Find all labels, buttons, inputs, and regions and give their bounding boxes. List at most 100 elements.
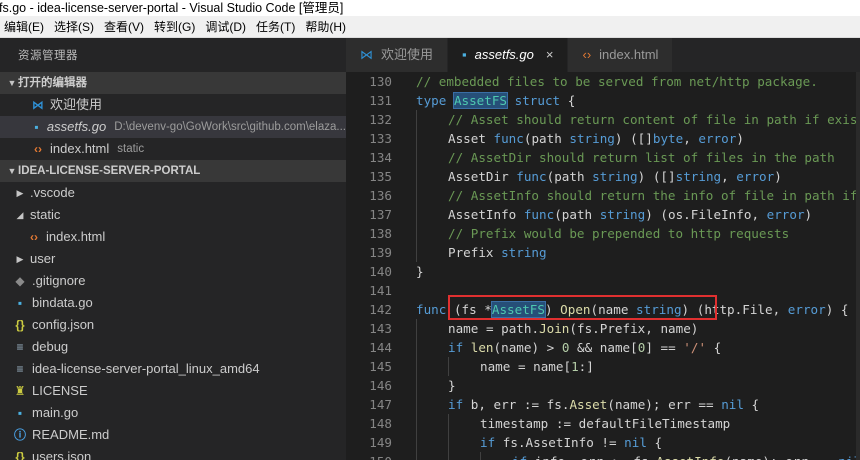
open-editor-path: D:\devenv-go\GoWork\src\github.com\elaza… <box>114 121 346 133</box>
vertical-scrollbar[interactable] <box>856 72 860 460</box>
json-file-icon: {} <box>15 450 25 460</box>
line-number: 147 <box>369 397 392 412</box>
menu-selection[interactable]: 选择(S) <box>50 16 98 37</box>
open-editor-label: index.html <box>50 141 110 156</box>
open-editor-folder: static <box>117 143 145 155</box>
line-number: 132 <box>369 112 392 127</box>
indent-guide <box>416 319 417 338</box>
window-title: fs.go - idea-license-server-portal - Vis… <box>0 1 344 15</box>
code-line[interactable]: if fs.AssetInfo != nil { <box>416 433 860 452</box>
tree-item-index-html[interactable]: ‹› index.html <box>0 226 346 248</box>
code-line[interactable]: if len(name) > 0 && name[0] == '/' { <box>416 338 860 357</box>
line-number: 141 <box>369 283 392 298</box>
code-line[interactable]: if b, err := fs.Asset(name); err == nil … <box>416 395 860 414</box>
menu-edit[interactable]: 编辑(E) <box>0 16 48 37</box>
window-title-bar: fs.go - idea-license-server-portal - Vis… <box>0 0 860 16</box>
chevron-down-icon: ▼ <box>7 78 17 88</box>
code-line[interactable]: } <box>416 376 860 395</box>
tree-item-license[interactable]: ♜ LICENSE <box>0 380 346 402</box>
open-editor-index-html[interactable]: ‹› index.html static <box>0 138 346 160</box>
code-line[interactable]: // AssetDir should return list of files … <box>416 148 860 167</box>
close-icon[interactable]: × <box>546 38 554 72</box>
code-line[interactable]: } <box>416 262 860 281</box>
line-number: 145 <box>369 359 392 374</box>
menu-view[interactable]: 查看(V) <box>100 16 148 37</box>
menu-debug[interactable]: 调试(D) <box>201 16 250 37</box>
indent-guide <box>416 338 417 357</box>
tree-item-bindata-go[interactable]: ▪ bindata.go <box>0 292 346 314</box>
vscode-icon: ⋈ <box>360 47 373 62</box>
code-line[interactable]: func (fs *AssetFS) Open(name string) (ht… <box>416 300 860 319</box>
line-number: 140 <box>369 264 392 279</box>
menu-go[interactable]: 转到(G) <box>150 16 199 37</box>
tree-item-label: main.go <box>32 405 79 420</box>
open-editors-header[interactable]: ▼ 打开的编辑器 <box>0 72 346 94</box>
tree-item-static[interactable]: ◢ static <box>0 204 346 226</box>
open-editor-assetfs[interactable]: ▪ assetfs.go D:\devenv-go\GoWork\src\git… <box>0 116 346 138</box>
tree-item-users-json[interactable]: {} users.json <box>0 446 346 460</box>
open-editors-label: 打开的编辑器 <box>18 77 87 89</box>
code-line[interactable]: type AssetFS struct { <box>416 91 860 110</box>
tab-welcome[interactable]: ⋈ 欢迎使用 <box>346 38 449 72</box>
tree-item-gitignore[interactable]: ◆ .gitignore <box>0 270 346 292</box>
code-line[interactable]: AssetDir func(path string) ([]string, er… <box>416 167 860 186</box>
line-number: 148 <box>369 416 392 431</box>
tree-item-user[interactable]: ▶ user <box>0 248 346 270</box>
tab-label: index.html <box>599 47 659 62</box>
indent-guide <box>416 414 417 433</box>
line-number: 139 <box>369 245 392 260</box>
code-line[interactable]: // Asset should return content of file i… <box>416 110 860 129</box>
tree-item-label: user <box>30 251 56 266</box>
code-line[interactable]: AssetInfo func(path string) (os.FileInfo… <box>416 205 860 224</box>
menu-bar: 编辑(E) 选择(S) 查看(V) 转到(G) 调试(D) 任务(T) 帮助(H… <box>0 16 860 38</box>
tab-index-html[interactable]: ‹› index.html <box>568 38 674 72</box>
indent-guide <box>416 186 417 205</box>
tree-item-readme[interactable]: ⓘ README.md <box>0 424 346 446</box>
tab-assetfs-go[interactable]: ▪ assetfs.go × <box>448 38 569 72</box>
tree-item-label: .vscode <box>30 185 75 200</box>
line-number: 150 <box>346 452 394 460</box>
tree-item-label: LICENSE <box>32 383 88 398</box>
tree-item-linux-binary[interactable]: ≡ idea-license-server-portal_linux_amd64 <box>0 358 346 380</box>
chevron-down-icon: ▼ <box>7 166 17 176</box>
chevron-down-icon: ◢ <box>16 210 24 220</box>
go-file-icon: ▪ <box>17 406 23 420</box>
menu-tasks[interactable]: 任务(T) <box>252 16 299 37</box>
project-header[interactable]: ▼ IDEA-LICENSE-SERVER-PORTAL <box>0 160 346 182</box>
code-line[interactable]: Asset func(path string) ([]byte, error) <box>416 129 860 148</box>
code-line[interactable]: // Prefix would be prepended to http req… <box>416 224 860 243</box>
line-number: 143 <box>369 321 392 336</box>
code-editor[interactable]: 130 131 132 133 134 135 136 137 138 139 140 141 142 1… <box>346 72 860 460</box>
tab-label: 欢迎使用 <box>381 47 434 62</box>
indent-guide <box>416 395 417 414</box>
open-editor-welcome[interactable]: ⋈ 欢迎使用 <box>0 94 346 116</box>
indent-guide <box>448 357 449 376</box>
menu-help[interactable]: 帮助(H) <box>301 16 350 37</box>
code-line[interactable]: if info, err := fs.AssetInfo(name); err … <box>416 452 860 460</box>
go-file-icon: ▪ <box>34 120 39 134</box>
code-line[interactable]: name = path.Join(fs.Prefix, name) <box>416 319 860 338</box>
code-line[interactable] <box>416 281 860 300</box>
tree-item-label: idea-license-server-portal_linux_amd64 <box>32 361 260 376</box>
code-line[interactable]: // embedded files to be served from net/… <box>416 72 860 91</box>
tree-item-debug[interactable]: ≡ debug <box>0 336 346 358</box>
open-editor-label: 欢迎使用 <box>50 97 103 112</box>
indent-guide <box>416 376 417 395</box>
tree-item-main-go[interactable]: ▪ main.go <box>0 402 346 424</box>
code-line[interactable]: Prefix string <box>416 243 860 262</box>
indent-guide <box>448 452 449 460</box>
tree-item-vscode[interactable]: ▶ .vscode <box>0 182 346 204</box>
project-label: IDEA-LICENSE-SERVER-PORTAL <box>18 165 201 177</box>
indent-guide <box>416 129 417 148</box>
tree-item-label: debug <box>32 339 69 354</box>
line-number: 142 <box>369 302 392 317</box>
code-area[interactable]: // embedded files to be served from net/… <box>416 72 860 460</box>
tree-item-config-json[interactable]: {} config.json <box>0 314 346 336</box>
vscode-icon: ⋈ <box>32 98 44 112</box>
indent-guide <box>448 414 449 433</box>
tree-item-label: index.html <box>46 229 106 244</box>
code-line[interactable]: // AssetInfo should return the info of f… <box>416 186 860 205</box>
code-line[interactable]: name = name[1:] <box>416 357 860 376</box>
indent-guide <box>416 148 417 167</box>
code-line[interactable]: timestamp := defaultFileTimestamp <box>416 414 860 433</box>
